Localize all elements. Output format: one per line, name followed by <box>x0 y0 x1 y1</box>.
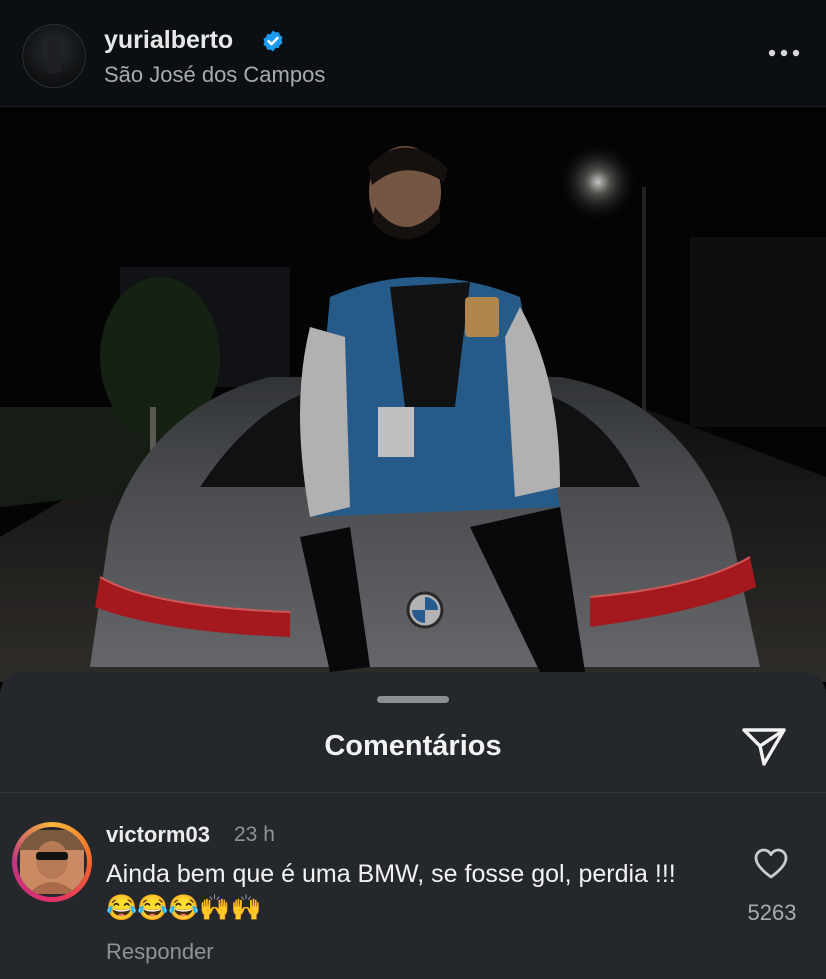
post-header: yurialberto São José dos Campos <box>0 0 826 107</box>
profile-avatar[interactable] <box>22 24 86 88</box>
comment-text: Ainda bem que é uma BMW, se fosse gol, p… <box>106 860 676 922</box>
send-icon[interactable] <box>740 724 788 768</box>
post-photo[interactable] <box>0 107 826 682</box>
more-options-icon[interactable] <box>766 43 802 63</box>
photo-illustration <box>0 107 826 682</box>
verified-badge-icon <box>263 30 283 52</box>
comments-title: Comentários <box>324 730 502 762</box>
like-count: 5263 <box>747 900 797 925</box>
heart-icon[interactable] <box>754 848 788 880</box>
comments-sheet: Comentários victorm03 23 h Ainda bem que… <box>0 672 826 979</box>
comment-username[interactable]: victorm03 <box>106 822 210 848</box>
reply-button[interactable]: Responder <box>106 939 214 965</box>
comment-avatar[interactable] <box>12 822 92 902</box>
post-location[interactable]: São José dos Campos <box>104 62 325 88</box>
sheet-drag-handle[interactable] <box>377 696 449 703</box>
sheet-divider <box>0 792 826 793</box>
post-username[interactable]: yurialberto <box>104 26 233 55</box>
avatar-image <box>20 830 84 894</box>
comment-timestamp: 23 h <box>234 823 275 846</box>
